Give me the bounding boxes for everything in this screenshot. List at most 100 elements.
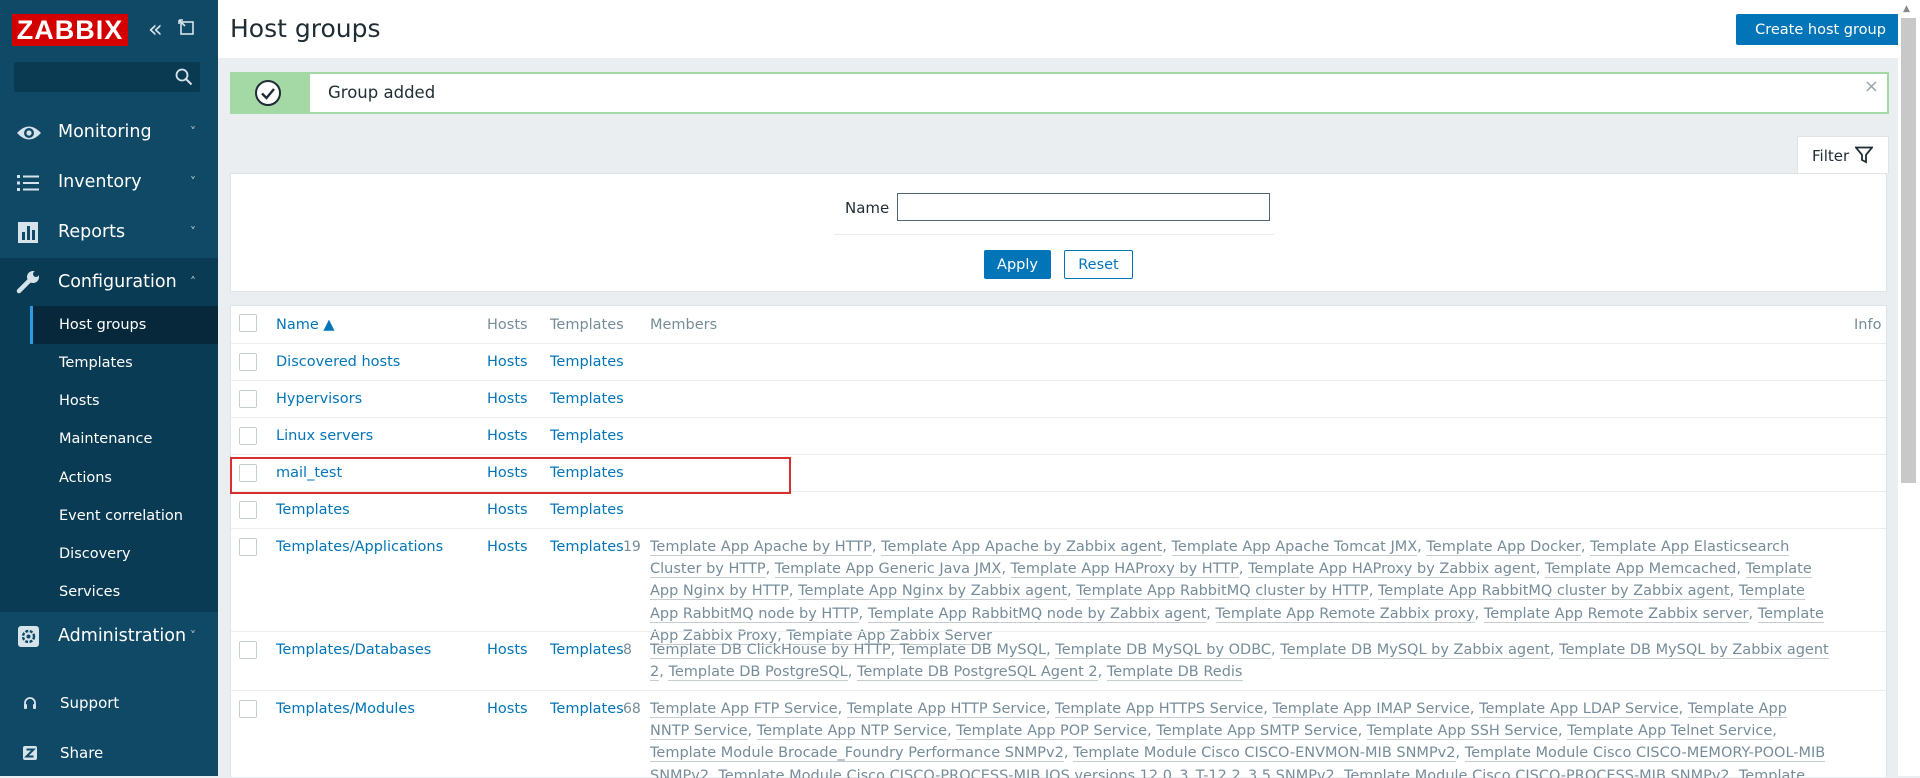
templates-count: 8 xyxy=(623,642,632,658)
select-all-checkbox[interactable] xyxy=(239,314,257,332)
member-template-link[interactable]: Template App Apache Tomcat JMX xyxy=(1171,539,1418,556)
group-name-link[interactable]: mail_test xyxy=(276,465,342,481)
hosts-link[interactable]: Hosts xyxy=(487,391,528,407)
search-icon[interactable] xyxy=(175,68,193,86)
submenu-templates[interactable]: Templates xyxy=(30,344,218,382)
group-name-link[interactable]: Hypervisors xyxy=(276,391,362,407)
templates-link[interactable]: Templates xyxy=(550,391,624,407)
member-template-link[interactable]: Template App Docker xyxy=(1426,539,1581,556)
member-template-link[interactable]: Template App SMTP Service xyxy=(1156,723,1358,741)
hosts-link[interactable]: Hosts xyxy=(487,701,528,717)
member-template-link[interactable]: Template App HTTPS Service xyxy=(1055,701,1264,718)
row-checkbox[interactable] xyxy=(239,538,257,556)
collapse-sidebar-icon[interactable]: « xyxy=(148,16,163,42)
member-template-link[interactable]: Template App HAProxy by Zabbix agent xyxy=(1248,561,1536,579)
member-template-link[interactable]: Template App Apache by Zabbix agent xyxy=(881,539,1163,556)
hosts-link[interactable]: Hosts xyxy=(487,539,528,555)
member-template-link[interactable]: Template App Apache by HTTP xyxy=(650,539,872,556)
menu-administration[interactable]: Administration ˅ xyxy=(0,612,218,662)
member-template-link[interactable]: Template DB ClickHouse by HTTP xyxy=(650,642,891,659)
member-template-link[interactable]: Template DB MySQL by ODBC xyxy=(1055,642,1272,659)
column-header-members: Members xyxy=(650,317,718,333)
templates-link[interactable]: Templates xyxy=(550,539,624,555)
menu-monitoring[interactable]: Monitoring ˅ xyxy=(0,108,218,158)
member-template-link[interactable]: Template DB MySQL xyxy=(899,642,1047,659)
group-name-link[interactable]: Templates/Applications xyxy=(276,539,443,555)
scroll-up-icon[interactable]: ▲ xyxy=(1903,4,1910,14)
hosts-link[interactable]: Hosts xyxy=(487,642,528,658)
templates-link[interactable]: Templates xyxy=(550,354,624,370)
kiosk-mode-icon[interactable] xyxy=(178,19,194,35)
submenu-event-correlation[interactable]: Event correlation xyxy=(30,497,218,535)
row-checkbox[interactable] xyxy=(239,501,257,519)
create-host-group-button[interactable]: Create host group xyxy=(1736,14,1905,45)
member-template-link[interactable]: Template App Generic Java JMX xyxy=(774,561,1002,579)
apply-button[interactable]: Apply xyxy=(984,250,1051,279)
member-template-link[interactable]: Template DB Redis xyxy=(1106,664,1243,682)
member-template-link[interactable]: Template DB PostgreSQL Agent 2 xyxy=(856,664,1098,682)
member-template-link[interactable]: Template Module Cisco CISCO-PROCESS-MIB … xyxy=(1343,767,1730,778)
member-template-link[interactable]: Template App Memcached xyxy=(1544,561,1737,579)
member-template-link[interactable]: Template App Nginx by Zabbix agent xyxy=(798,583,1068,601)
row-checkbox[interactable] xyxy=(239,390,257,408)
member-template-link[interactable]: Template App IMAP Service xyxy=(1272,701,1470,718)
row-checkbox[interactable] xyxy=(239,427,257,445)
submenu-discovery[interactable]: Discovery xyxy=(30,535,218,573)
menu-reports[interactable]: Reports ˅ xyxy=(0,208,218,258)
group-name-link[interactable]: Linux servers xyxy=(276,428,373,444)
member-template-link[interactable]: Template App RabbitMQ cluster by HTTP xyxy=(1076,583,1369,601)
share-link[interactable]: Share xyxy=(0,733,218,773)
group-name-link[interactable]: Templates/Modules xyxy=(276,701,415,717)
menu-configuration[interactable]: Configuration ˄ xyxy=(0,258,218,308)
column-header-name[interactable]: Name ▲ xyxy=(276,317,335,333)
member-template-link[interactable]: Template App RabbitMQ node by Zabbix age… xyxy=(867,605,1207,623)
hosts-link[interactable]: Hosts xyxy=(487,354,528,370)
member-template-link[interactable]: Template App FTP Service xyxy=(650,701,838,718)
member-template-link[interactable]: Template DB MySQL by Zabbix agent xyxy=(1280,642,1550,659)
sidebar-search-input[interactable] xyxy=(14,62,180,92)
submenu-actions[interactable]: Actions xyxy=(30,459,218,497)
submenu-hosts[interactable]: Hosts xyxy=(30,382,218,420)
member-template-link[interactable]: Template App POP Service xyxy=(956,723,1148,741)
zabbix-logo[interactable]: ZABBIX xyxy=(12,14,128,46)
member-template-link[interactable]: Template App NTP Service xyxy=(756,723,948,741)
member-template-link[interactable]: Template App Telnet Service xyxy=(1567,723,1773,741)
hosts-link[interactable]: Hosts xyxy=(487,502,528,518)
group-name-link[interactable]: Templates/Databases xyxy=(276,642,431,658)
member-template-link[interactable]: Template App RabbitMQ cluster by Zabbix … xyxy=(1377,583,1730,601)
member-template-link[interactable]: Template App SSH Service xyxy=(1366,723,1558,741)
group-name-link[interactable]: Templates xyxy=(276,502,350,518)
member-template-link[interactable]: Template App LDAP Service xyxy=(1479,701,1679,718)
support-link[interactable]: Support xyxy=(0,683,218,723)
scroll-thumb[interactable] xyxy=(1901,18,1916,483)
templates-link[interactable]: Templates xyxy=(550,502,624,518)
templates-link[interactable]: Templates xyxy=(550,465,624,481)
row-checkbox[interactable] xyxy=(239,641,257,659)
member-template-link[interactable]: Template Module Cisco CISCO-PROCESS-MIB … xyxy=(718,767,1335,778)
name-filter-input[interactable] xyxy=(897,193,1270,221)
row-checkbox[interactable] xyxy=(239,464,257,482)
scrollbar[interactable]: ▲ xyxy=(1898,0,1920,776)
group-name-link[interactable]: Discovered hosts xyxy=(276,354,400,370)
menu-inventory[interactable]: Inventory ˅ xyxy=(0,158,218,208)
submenu-maintenance[interactable]: Maintenance xyxy=(30,420,218,458)
submenu-host-groups[interactable]: Host groups xyxy=(30,306,218,344)
member-template-link[interactable]: Template DB PostgreSQL xyxy=(668,664,848,682)
hosts-link[interactable]: Hosts xyxy=(487,428,528,444)
templates-link[interactable]: Templates xyxy=(550,701,624,717)
member-template-link[interactable]: Template App Remote Zabbix proxy xyxy=(1215,605,1475,623)
row-checkbox[interactable] xyxy=(239,700,257,718)
reset-button[interactable]: Reset xyxy=(1064,250,1133,279)
member-template-link[interactable]: Template Module Brocade_Foundry Performa… xyxy=(650,745,1064,763)
member-template-link[interactable]: Template App HTTP Service xyxy=(846,701,1046,718)
filter-tab[interactable]: Filter xyxy=(1797,136,1889,174)
templates-link[interactable]: Templates xyxy=(550,642,624,658)
member-template-link[interactable]: Template App Remote Zabbix server xyxy=(1483,605,1749,623)
row-checkbox[interactable] xyxy=(239,353,257,371)
member-template-link[interactable]: Template App HAProxy by HTTP xyxy=(1010,561,1239,579)
submenu-services[interactable]: Services xyxy=(30,573,218,611)
close-icon[interactable]: × xyxy=(1864,76,1879,97)
hosts-link[interactable]: Hosts xyxy=(487,465,528,481)
member-template-link[interactable]: Template Module Cisco CISCO-ENVMON-MIB S… xyxy=(1073,745,1456,763)
templates-link[interactable]: Templates xyxy=(550,428,624,444)
